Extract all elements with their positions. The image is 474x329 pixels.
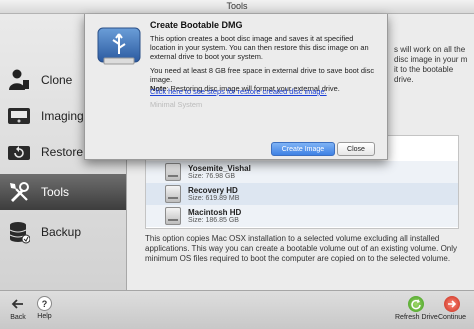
volume-row-macintosh[interactable]: Macintosh HD Size: 186.85 GB [146, 205, 458, 227]
sidebar-item-label: Tools [41, 185, 70, 199]
person-icon [6, 67, 32, 93]
bottom-toolbar: Back ? Help Refresh Drive Continue [0, 290, 474, 329]
hard-drive-icon [165, 207, 181, 225]
create-image-button[interactable]: Create Image [271, 142, 335, 156]
restore-drive-icon [6, 139, 32, 165]
sidebar-item-label: Imaging [41, 109, 84, 123]
sidebar-item-label: Clone [41, 73, 73, 87]
volume-name: Yosemite_Vishal [188, 163, 251, 173]
sidebar-item-backup[interactable]: Backup [0, 214, 126, 250]
continue-button[interactable]: Continue [438, 296, 466, 321]
back-label: Back [10, 314, 26, 321]
continue-label: Continue [438, 314, 467, 321]
volume-name: Macintosh HD [188, 207, 242, 217]
dialog-title: Create Bootable DMG [150, 20, 243, 30]
refresh-label: Refresh Drive [395, 314, 438, 321]
volume-size: Size: 186.85 GB [188, 216, 239, 224]
restore-steps-link[interactable]: Click here to see steps for restore crea… [150, 87, 327, 96]
wrench-screwdriver-icon [6, 179, 32, 205]
disk-image-icon [6, 103, 32, 129]
continue-arrow-icon [444, 296, 461, 312]
dialog-paragraph: This option creates a boot disc image an… [150, 34, 369, 61]
window-titlebar: Tools [0, 0, 474, 14]
refresh-drive-button[interactable]: Refresh Drive [395, 296, 438, 321]
window-title: Tools [226, 1, 248, 11]
volume-size: Size: 76.98 GB [188, 172, 236, 180]
sidebar-item-label: Backup [41, 225, 82, 239]
intro-text-fragment: s will work on all the disc image in you… [394, 45, 468, 84]
back-arrow-icon [10, 296, 26, 312]
database-backup-icon [6, 219, 32, 245]
refresh-icon [408, 296, 425, 312]
question-mark-icon: ? [37, 296, 52, 311]
back-button[interactable]: Back [10, 296, 26, 321]
volume-row-yosemite[interactable]: Yosemite_Vishal Size: 76.98 GB [146, 161, 458, 183]
space-requirement-text: You need at least 8 GB free space in ext… [150, 66, 375, 84]
tool-description: This option copies Mac OSX installation … [145, 234, 458, 263]
sidebar-item-tools[interactable]: Tools [0, 174, 126, 210]
ghost-background-text: Minimal System [150, 100, 203, 109]
hard-drive-icon [165, 185, 181, 203]
volume-row-recovery[interactable]: Recovery HD Size: 619.89 MB [146, 183, 458, 205]
hard-drive-icon [165, 163, 181, 181]
volume-name: Recovery HD [188, 185, 238, 195]
close-button[interactable]: Close [337, 142, 375, 156]
sidebar-item-label: Restore [41, 145, 84, 159]
help-button[interactable]: ? Help [37, 296, 52, 320]
help-label: Help [37, 313, 52, 320]
create-bootable-dmg-dialog: Create Bootable DMG This option creates … [84, 14, 388, 160]
usb-drive-icon [95, 22, 143, 70]
volume-size: Size: 619.89 MB [188, 194, 240, 202]
